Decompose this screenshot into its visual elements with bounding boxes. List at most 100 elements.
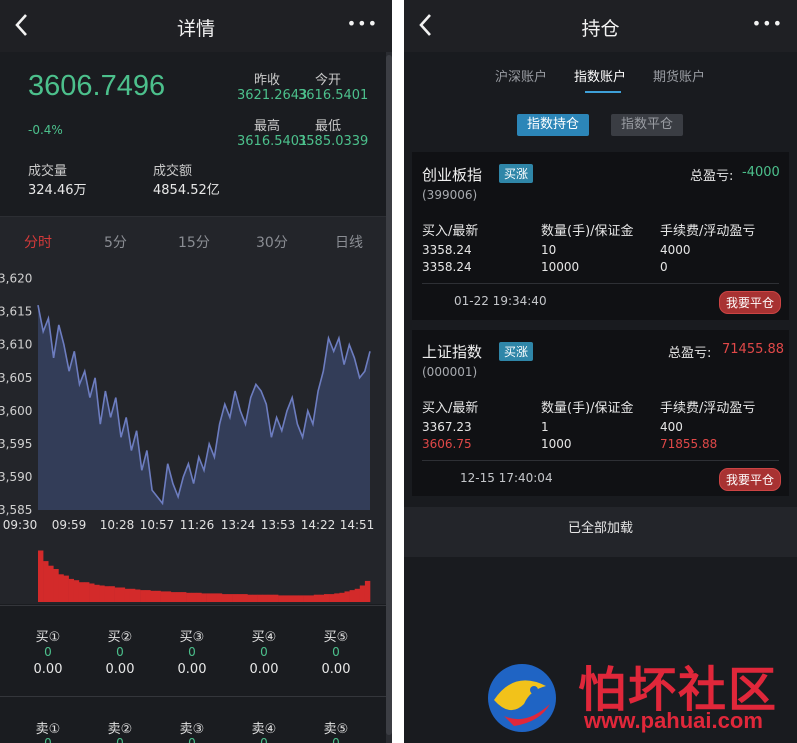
buy-5-label: 买⑤ — [323, 630, 349, 645]
total-pl-value: 71455.88 — [722, 342, 785, 357]
volume-bar — [38, 550, 44, 602]
volume-bar — [48, 565, 54, 602]
active-tab-indicator — [585, 91, 621, 93]
sell-3-label: 卖③ — [179, 722, 205, 737]
tab-index-account[interactable]: 指数账户 — [574, 66, 626, 85]
volume-bar — [43, 561, 49, 602]
volume-bar — [252, 594, 258, 602]
close-position-button[interactable]: 我要平仓 — [718, 468, 781, 491]
x-tick-label: 09:30 — [3, 518, 38, 532]
volume-bar — [104, 586, 110, 602]
y-tick-label: 3,605 — [0, 371, 32, 385]
watermark-url: www.pahuai.com — [584, 708, 763, 733]
total-pl-value: -4000 — [742, 165, 780, 180]
sell-4-qty: 0 — [260, 736, 268, 743]
high-label: 最高 — [254, 119, 281, 134]
volume-bar — [196, 592, 202, 602]
volume-bar — [293, 595, 299, 602]
tab-5min[interactable]: 5分 — [104, 232, 127, 252]
volume-bar — [186, 592, 192, 602]
x-tick-label: 14:22 — [301, 518, 336, 532]
current-price: 3606.7496 — [28, 70, 166, 102]
y-tick-label: 3,600 — [0, 404, 32, 418]
qty: 10 — [541, 243, 557, 257]
volume-bar — [206, 593, 212, 602]
tab-shsz-account[interactable]: 沪深账户 — [495, 66, 547, 85]
volume-bar — [89, 583, 95, 602]
volume-bar — [140, 590, 146, 602]
volume-bar — [160, 591, 166, 602]
header-fee-pl: 手续费/浮动盈亏 — [660, 224, 756, 239]
volume-label: 成交量 — [28, 164, 68, 179]
buy-4-qty: 0 — [260, 645, 268, 659]
order-book: 买① 买② 买③ 买④ 买⑤ 0 0 0 0 0 0.00 0.00 0.00 … — [0, 605, 392, 743]
intraday-chart: 3,620 3,615 3,610 3,605 3,600 3,595 3,590 3,585… — [0, 264, 392, 604]
buy-up-tag: 买涨 — [499, 164, 534, 183]
index-holdings-button[interactable]: 指数持仓 — [517, 114, 590, 136]
detail-header: 详情 ••• — [0, 0, 392, 52]
volume-bar — [257, 594, 263, 602]
volume-bar — [109, 586, 115, 602]
volume-bar — [129, 588, 136, 602]
volume-bar — [201, 593, 207, 602]
tab-daily[interactable]: 日线 — [335, 232, 363, 252]
tab-30min[interactable]: 30分 — [256, 232, 288, 252]
more-menu-icon[interactable]: ••• — [347, 14, 378, 33]
x-tick-label: 13:53 — [261, 518, 296, 532]
volume-bar — [359, 585, 366, 602]
volume-bar — [124, 588, 131, 602]
sell-5-label: 卖⑤ — [323, 722, 349, 737]
amount-label: 成交额 — [153, 164, 193, 179]
buy-price: 3367.23 — [422, 420, 472, 434]
x-tick-label: 11:26 — [180, 518, 215, 532]
position-card: 上证指数 买涨 总盈亏: 71455.88 (000001) 买入/最新 数量(… — [412, 330, 789, 496]
tab-intraday[interactable]: 分时 — [24, 232, 52, 252]
float-pl: 71855.88 — [660, 437, 718, 451]
volume-bar — [313, 594, 320, 602]
volume-bar — [150, 590, 156, 602]
open-time: 12-15 17:40:04 — [460, 471, 553, 485]
scrollbar-thumb[interactable] — [386, 55, 392, 735]
volume-bar — [145, 590, 151, 602]
buy-2-label: 买② — [107, 630, 133, 645]
buy-2-qty: 0 — [116, 645, 124, 659]
volume-bar — [227, 594, 233, 602]
volume-bar — [73, 580, 80, 602]
latest-price: 3606.75 — [422, 437, 472, 451]
volume-bar — [242, 594, 248, 602]
buy-1-label: 买① — [35, 630, 61, 645]
index-closed-button[interactable]: 指数平仓 — [611, 114, 684, 136]
y-tick-label: 3,610 — [0, 338, 32, 352]
volume-bar — [135, 589, 141, 602]
buy-up-tag: 买涨 — [499, 342, 534, 361]
total-pl-label: 总盈亏: — [690, 169, 734, 184]
fee: 4000 — [660, 243, 691, 257]
volume-bar — [155, 590, 161, 602]
tab-15min[interactable]: 15分 — [178, 232, 210, 252]
volume-bar — [298, 595, 304, 602]
buy-3-price: 0.00 — [177, 662, 207, 677]
tab-futures-account[interactable]: 期货账户 — [653, 66, 705, 85]
more-menu-icon[interactable]: ••• — [752, 14, 783, 33]
volume-bar — [99, 585, 105, 602]
volume-bar — [58, 574, 64, 602]
volume-bar — [334, 593, 340, 602]
all-loaded-footer: 已全部加载 — [404, 507, 797, 557]
qty: 1 — [541, 420, 549, 434]
sell-2-qty: 0 — [116, 736, 124, 743]
positions-panel: 持仓 ••• 沪深账户 指数账户 期货账户 指数持仓 指数平仓 创业板指 买涨 … — [404, 0, 797, 743]
volume-bar — [94, 584, 100, 602]
y-tick-label: 3,615 — [0, 305, 32, 319]
volume-bar — [318, 594, 325, 602]
close-position-button[interactable]: 我要平仓 — [718, 291, 781, 314]
volume-bar — [68, 578, 74, 602]
detail-panel: 详情 ••• 3606.7496 -0.4% 昨收 今开 3621.2643 3… — [0, 0, 392, 743]
open-label: 今开 — [315, 73, 342, 88]
x-tick-label: 10:57 — [140, 518, 175, 532]
volume-bar — [278, 595, 284, 602]
buy-price: 3358.24 — [422, 243, 472, 257]
low-value: 3585.0339 — [298, 134, 369, 149]
y-tick-label: 3,585 — [0, 503, 32, 517]
card-divider — [422, 460, 779, 461]
volume-bar — [267, 594, 274, 602]
